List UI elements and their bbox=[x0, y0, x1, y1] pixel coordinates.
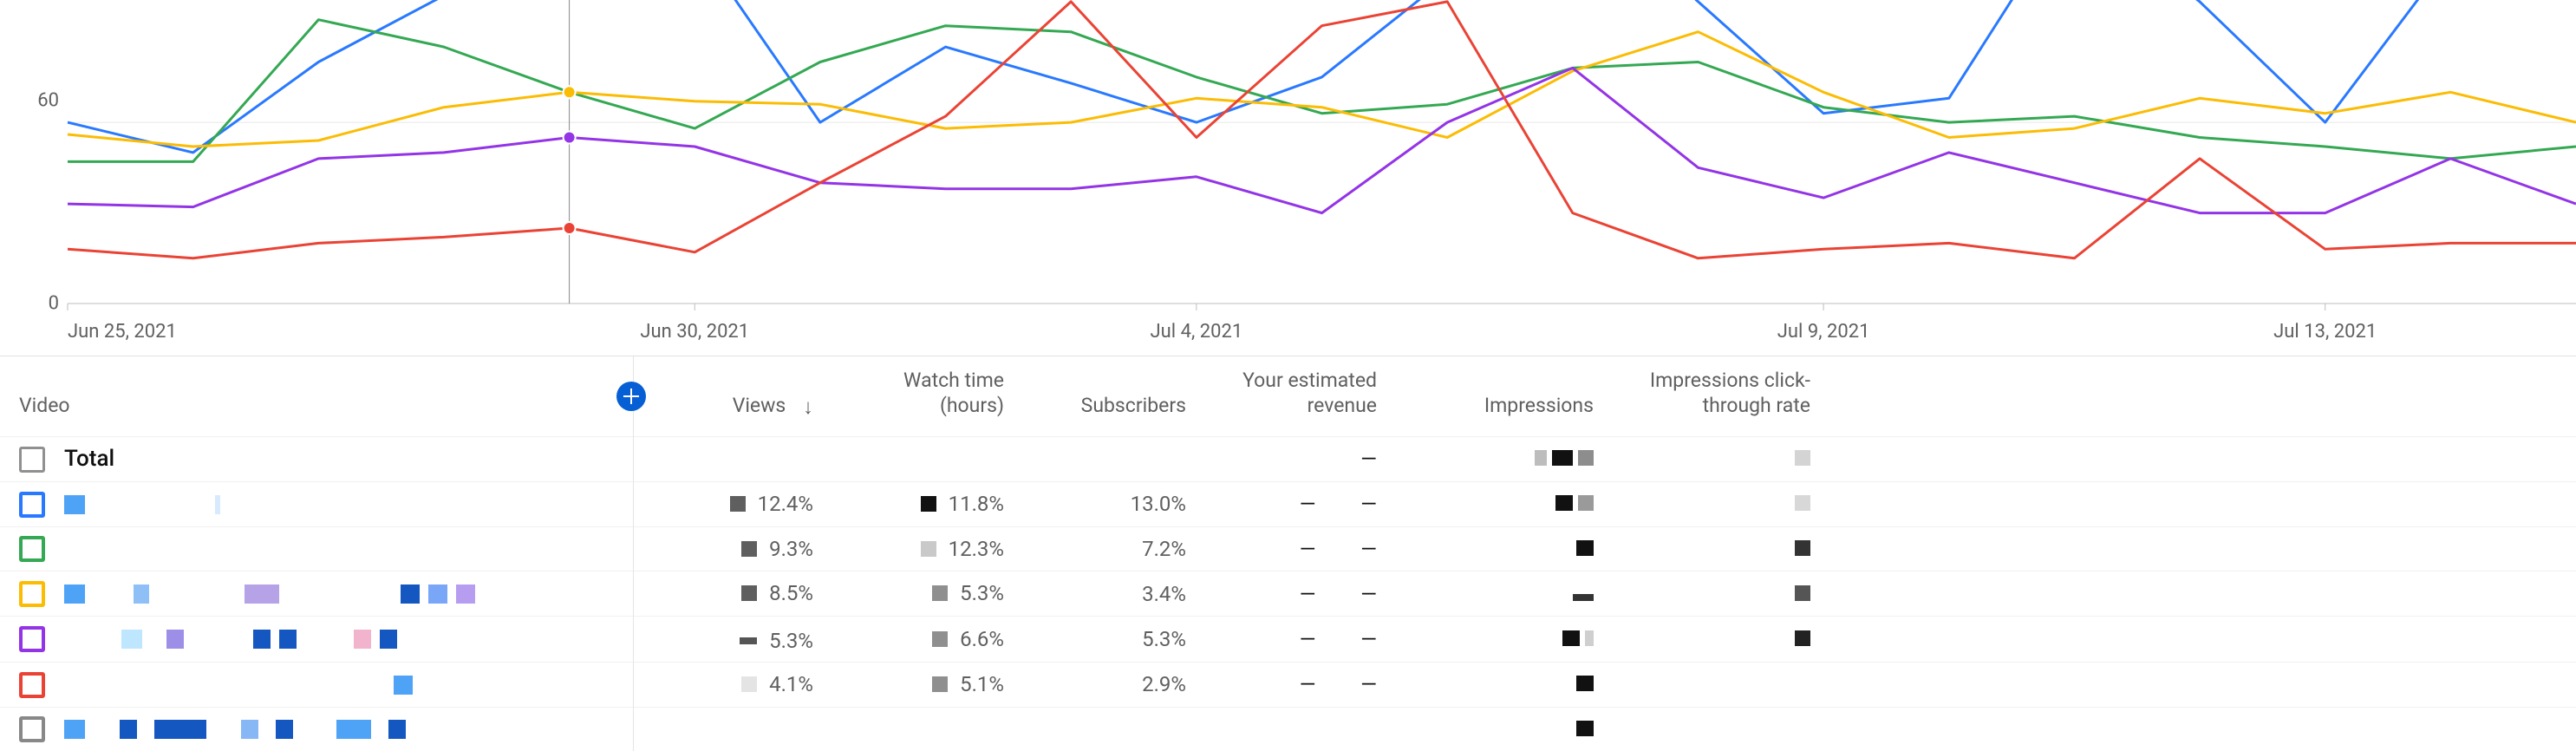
watch-value: 6.6% bbox=[960, 627, 1004, 651]
bar-chip bbox=[741, 585, 757, 601]
series-toggle[interactable] bbox=[19, 672, 45, 698]
table-row[interactable]: 8.5% 5.3% 3.4% — — bbox=[0, 571, 2576, 617]
video-title-redacted bbox=[64, 630, 397, 649]
ctr-redacted bbox=[1632, 450, 1810, 466]
views-value: 8.5% bbox=[769, 581, 813, 605]
column-header-views[interactable]: Views ↓ bbox=[633, 356, 832, 436]
bar-chip bbox=[921, 541, 936, 557]
series-toggle[interactable] bbox=[19, 716, 45, 742]
video-title-redacted bbox=[64, 495, 220, 514]
impressions-redacted bbox=[1415, 450, 1594, 466]
column-header-subscribers[interactable]: Subscribers bbox=[1023, 356, 1205, 436]
column-header-impressions[interactable]: Impressions bbox=[1396, 356, 1613, 436]
views-value: 9.3% bbox=[769, 537, 813, 561]
x-tick: Jul 13, 2021 bbox=[2273, 321, 2377, 343]
analytics-table: Video Views ↓ Watch time (hours) Subscri… bbox=[0, 356, 2576, 751]
analytics-line-chart[interactable]: 60 0 Jun 25, 2021Jun 30, 2021Jul 4, 2021… bbox=[0, 0, 2576, 356]
subs-value: 2.9% bbox=[1142, 672, 1186, 696]
watch-value: 5.1% bbox=[960, 672, 1004, 696]
sort-descending-icon: ↓ bbox=[803, 394, 813, 420]
bar-chip bbox=[740, 637, 757, 644]
video-title-redacted bbox=[64, 720, 406, 739]
views-value: 5.3% bbox=[769, 629, 813, 653]
watch-value: 12.3% bbox=[949, 537, 1004, 561]
chart-canvas bbox=[0, 0, 2576, 356]
video-title-redacted bbox=[64, 676, 413, 695]
column-header-watch-time[interactable]: Watch time (hours) bbox=[832, 356, 1023, 436]
series-toggle[interactable] bbox=[19, 492, 45, 518]
table-row[interactable]: 12.4% 11.8% 13.0% — — bbox=[0, 482, 2576, 527]
column-header-video[interactable]: Video bbox=[0, 356, 633, 436]
table-row[interactable]: 5.3% 6.6% 5.3% — — bbox=[0, 617, 2576, 663]
series-toggle[interactable] bbox=[19, 536, 45, 562]
bar-chip bbox=[921, 496, 936, 512]
bar-chip bbox=[730, 496, 746, 512]
table-row[interactable]: 9.3% 12.3% 7.2% — — bbox=[0, 526, 2576, 571]
total-label: Total bbox=[64, 446, 114, 472]
bar-chip bbox=[741, 541, 757, 557]
views-value: 12.4% bbox=[758, 492, 813, 516]
watch-value: 5.3% bbox=[960, 581, 1004, 605]
x-tick: Jun 30, 2021 bbox=[640, 321, 749, 343]
bar-chip bbox=[932, 676, 948, 692]
x-tick: Jul 4, 2021 bbox=[1151, 321, 1243, 343]
checkbox[interactable] bbox=[19, 447, 45, 473]
subs-value: 13.0% bbox=[1131, 492, 1186, 516]
column-header-revenue[interactable]: Your estimated revenue bbox=[1205, 356, 1396, 436]
views-value: 4.1% bbox=[769, 672, 813, 696]
x-tick: Jun 25, 2021 bbox=[68, 321, 177, 343]
bar-chip bbox=[932, 631, 948, 647]
series-toggle[interactable] bbox=[19, 626, 45, 652]
watch-value: 11.8% bbox=[949, 492, 1004, 516]
bar-chip bbox=[932, 585, 948, 601]
table-row-total[interactable]: Total — bbox=[0, 436, 2576, 482]
table-row[interactable]: 4.1% 5.1% 2.9% — — bbox=[0, 663, 2576, 708]
table-row[interactable] bbox=[0, 707, 2576, 751]
subs-value: 7.2% bbox=[1142, 537, 1186, 561]
subs-value: 3.4% bbox=[1142, 582, 1186, 606]
column-header-ctr[interactable]: Impressions click-through rate bbox=[1613, 356, 1829, 436]
series-toggle[interactable] bbox=[19, 581, 45, 607]
revenue-empty: — bbox=[1360, 447, 1377, 471]
video-title-redacted bbox=[64, 584, 475, 604]
bar-chip bbox=[741, 676, 757, 692]
x-tick: Jul 9, 2021 bbox=[1777, 321, 1870, 343]
subs-value: 5.3% bbox=[1142, 627, 1186, 651]
